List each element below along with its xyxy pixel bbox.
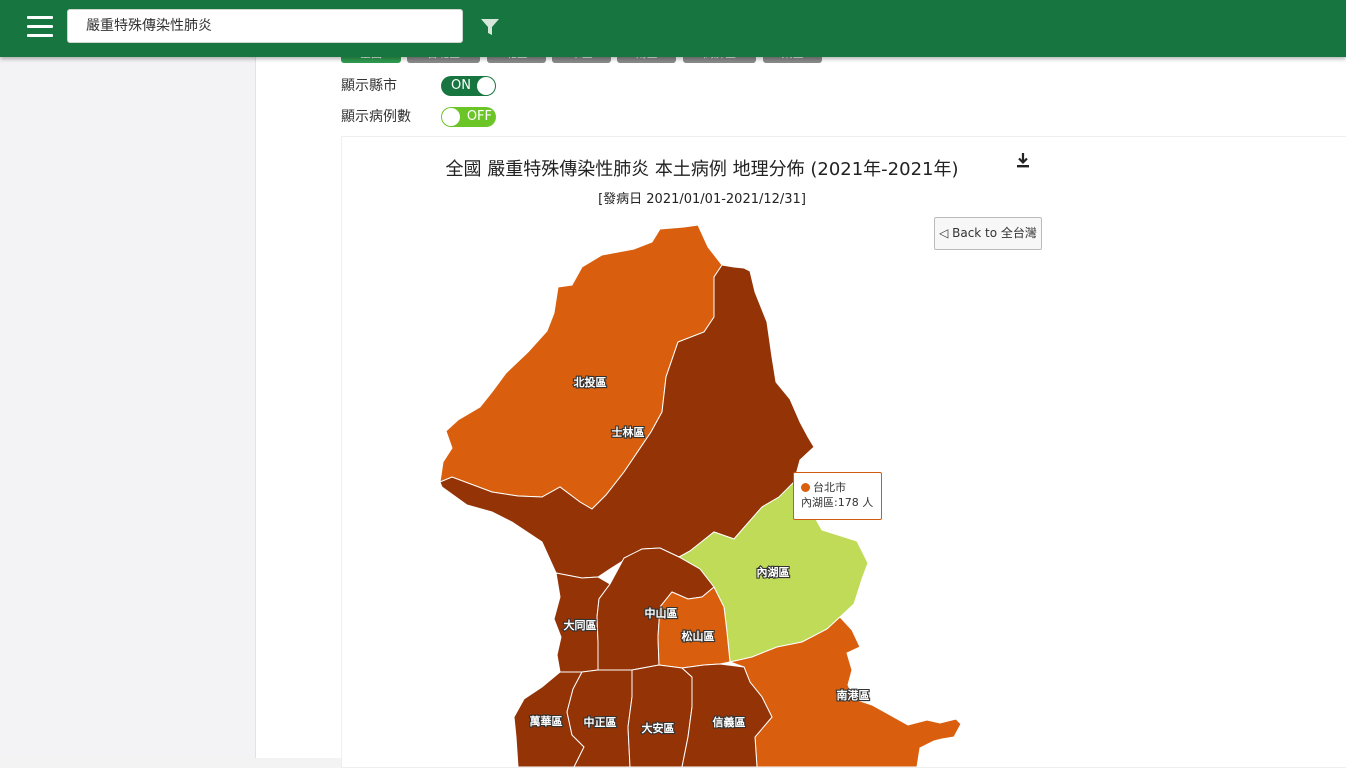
map-tooltip: 台北市 內湖區:178 人 — [793, 472, 882, 520]
toggle-label: 顯示病例數 — [341, 109, 411, 125]
hamburger-menu-icon[interactable] — [27, 16, 53, 38]
region-label: 內湖區 — [757, 565, 790, 579]
toggle-state: ON — [451, 78, 471, 93]
region-label: 中山區 — [645, 606, 678, 620]
back-to-taiwan-button[interactable]: ◁ Back to 全台灣 — [934, 217, 1042, 250]
region-songshan[interactable] — [657, 586, 731, 669]
region-label: 中正區 — [584, 715, 617, 729]
series-dot-icon — [801, 483, 810, 492]
toggle-knob — [442, 108, 460, 126]
region-label: 大安區 — [642, 721, 675, 735]
region-label: 松山區 — [682, 629, 715, 643]
region-label: 大同區 — [564, 618, 597, 632]
region-label: 北投區 — [574, 375, 607, 389]
tooltip-series: 台北市 — [813, 481, 846, 494]
toggle-label: 顯示縣市 — [341, 78, 397, 94]
main-content: 全國 台北區 北區 中區 南區 高屏區 東區 顯示縣市 ON 顯示病例數 OFF — [256, 51, 1346, 768]
region-label: 士林區 — [612, 425, 645, 439]
toggle-knob — [477, 77, 495, 95]
search-input[interactable]: 嚴重特殊傳染性肺炎 — [67, 9, 463, 43]
case-count-toggle[interactable]: OFF — [441, 107, 496, 127]
region-label: 萬華區 — [530, 714, 563, 728]
download-icon[interactable] — [1015, 152, 1031, 170]
tooltip-series-row: 台北市 — [801, 480, 881, 495]
tooltip-value: 內湖區:178 人 — [801, 496, 874, 509]
toggle-state: OFF — [466, 109, 492, 124]
chart-title: 全國 嚴重特殊傳染性肺炎 本土病例 地理分佈 (2021年-2021年) — [445, 159, 959, 180]
filter-icon[interactable] — [480, 17, 500, 37]
taipei-district-map: 北投區 士林區 內湖區 大同區 中山區 松山區 南港區 萬華區 中正區 大安區 … — [439, 224, 962, 767]
map-chart: 北投區 士林區 內湖區 大同區 中山區 松山區 南港區 萬華區 中正區 大安區 … — [341, 136, 1346, 768]
region-label: 南港區 — [837, 688, 870, 702]
top-app-bar: 嚴重特殊傳染性肺炎 — [0, 0, 1346, 57]
chart-subtitle: [發病日 2021/01/01-2021/12/31] — [598, 192, 806, 207]
county-toggle[interactable]: ON — [441, 76, 496, 96]
region-daan[interactable] — [627, 664, 693, 767]
sidebar — [0, 57, 256, 758]
region-label: 信義區 — [713, 715, 746, 729]
